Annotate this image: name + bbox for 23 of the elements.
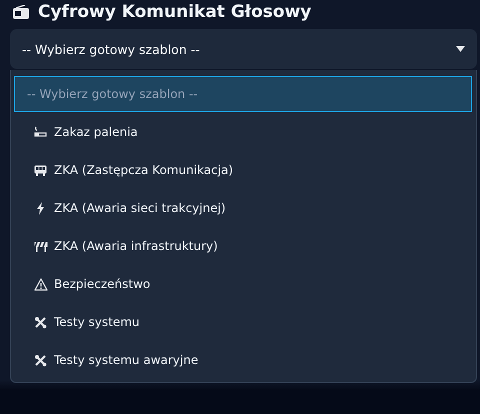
dropdown-option[interactable]: Bezpieczeństwo: [14, 266, 472, 302]
page-title: Cyfrowy Komunikat Głosowy: [38, 2, 312, 22]
dropdown-option[interactable]: ZKA (Awaria sieci trakcyjnej): [14, 190, 472, 226]
dropdown-option[interactable]: Zakaz palenia: [14, 114, 472, 150]
option-label: Testy systemu awaryjne: [54, 353, 198, 367]
template-select[interactable]: -- Wybierz gotowy szablon --: [10, 29, 477, 69]
option-label: ZKA (Awaria infrastruktury): [54, 239, 218, 253]
option-label: Zakaz palenia: [54, 125, 138, 139]
option-label: ZKA (Zastępcza Komunikacja): [54, 163, 234, 177]
lightning-icon: [36, 202, 45, 214]
option-label: Testy systemu: [54, 315, 140, 329]
option-label: ZKA (Awaria sieci trakcyjnej): [54, 201, 226, 215]
radio-icon: [12, 4, 30, 20]
bus-icon: [34, 164, 47, 176]
roadblock-icon: [34, 240, 48, 252]
dropdown-option[interactable]: Testy systemu awaryjne: [14, 342, 472, 378]
caret-icon: [456, 46, 465, 52]
dropdown-option[interactable]: ZKA (Awaria infrastruktury): [14, 228, 472, 264]
dropdown-option[interactable]: -- Wybierz gotowy szablon --: [14, 76, 472, 112]
warning-icon: [34, 278, 48, 290]
option-label: Bezpieczeństwo: [54, 277, 150, 291]
dropdown-option[interactable]: ZKA (Zastępcza Komunikacja): [14, 152, 472, 188]
dropdown-option[interactable]: Testy systemu: [14, 304, 472, 340]
